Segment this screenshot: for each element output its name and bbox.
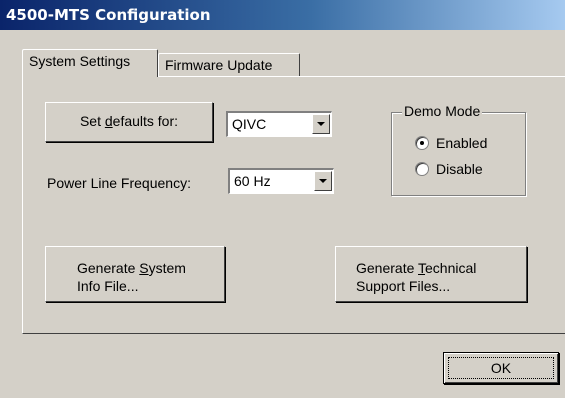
tab-firmware-update[interactable]: Firmware Update	[158, 53, 300, 77]
mnemonic-letter: S	[139, 260, 149, 276]
tab-system-settings[interactable]: System Settings	[22, 49, 158, 77]
radio-label: Enabled	[436, 135, 488, 151]
generate-system-info-button[interactable]: Generate System Info File...	[45, 246, 225, 302]
radio-unselected-icon[interactable]	[415, 162, 429, 176]
radio-label: Disable	[436, 161, 483, 177]
button-text: efaults for:	[112, 113, 179, 129]
demo-mode-enabled-option[interactable]: Enabled	[415, 135, 487, 151]
button-text: Generate	[356, 260, 419, 276]
defaults-dropdown-value: QIVC	[232, 116, 267, 132]
power-line-frequency-dropdown[interactable]: 60 Hz	[228, 168, 334, 194]
demo-mode-group	[391, 112, 526, 196]
window-title-bar[interactable]: 4500-MTS Configuration	[0, 0, 565, 30]
ok-label: OK	[490, 360, 512, 376]
button-text: Support Files...	[356, 278, 451, 294]
defaults-dropdown[interactable]: QIVC	[226, 111, 332, 137]
button-text: ystem	[148, 260, 186, 276]
button-text: echnical	[425, 260, 477, 276]
button-text: Set	[79, 113, 105, 129]
button-text: Generate	[77, 260, 140, 276]
set-defaults-button[interactable]: Set defaults for:	[45, 102, 213, 142]
demo-mode-disable-option[interactable]: Disable	[415, 161, 483, 177]
generate-technical-support-button[interactable]: Generate Technical Support Files...	[335, 246, 527, 302]
tab-label: Firmware Update	[165, 57, 273, 73]
power-line-frequency-value: 60 Hz	[234, 173, 271, 189]
power-line-frequency-label: Power Line Frequency:	[47, 175, 191, 191]
radio-selected-icon[interactable]	[415, 136, 429, 150]
mnemonic-letter: T	[418, 260, 426, 276]
window-title: 4500-MTS Configuration	[6, 6, 211, 24]
chevron-down-icon[interactable]	[314, 171, 332, 191]
ok-button[interactable]: OK	[443, 352, 559, 384]
demo-mode-legend: Demo Mode	[402, 103, 483, 119]
tab-label: System Settings	[29, 53, 131, 69]
button-text: Info File...	[77, 278, 139, 294]
mnemonic-letter: d	[104, 113, 113, 129]
chevron-down-icon[interactable]	[312, 114, 330, 134]
